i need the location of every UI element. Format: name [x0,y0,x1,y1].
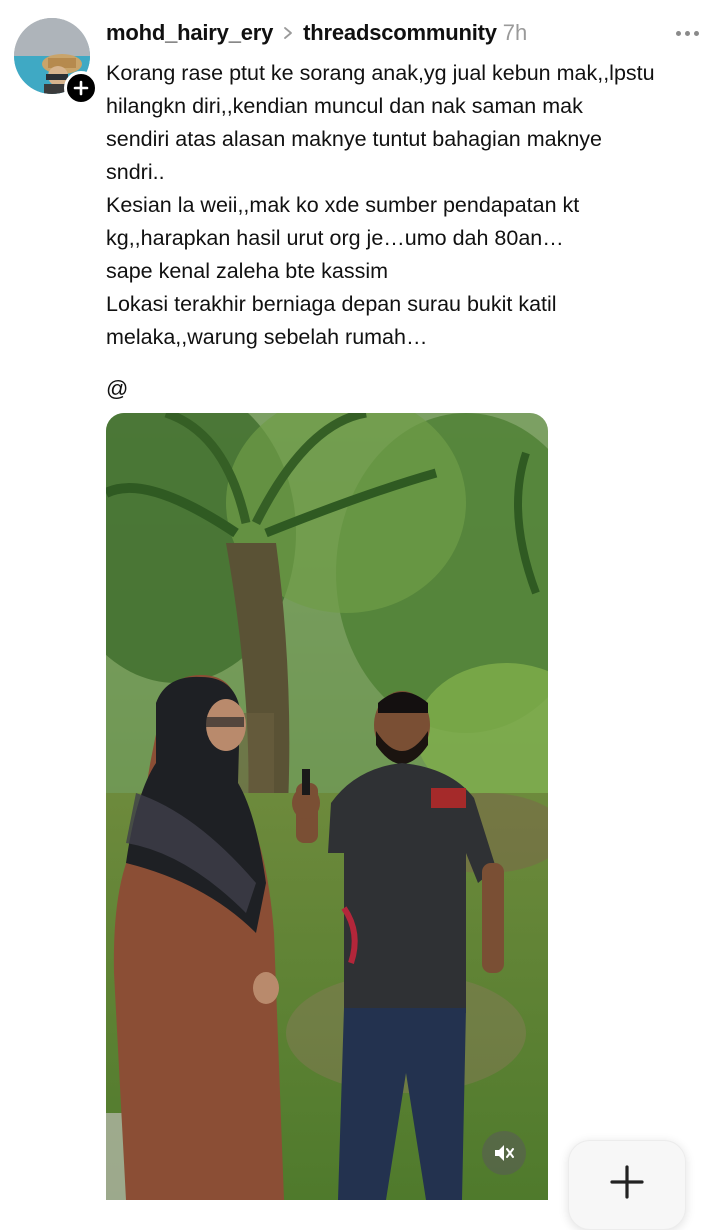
more-horizontal-icon[interactable] [676,21,699,45]
author-avatar-group[interactable] [14,18,98,105]
username[interactable]: mohd_hairy_ery [106,20,273,46]
post-video[interactable] [106,413,548,1200]
follow-button[interactable] [64,71,98,105]
post-header: mohd_hairy_ery threadscommunity 7h [106,17,699,49]
post-time: 7h [502,20,528,45]
plus-icon [610,1165,644,1199]
community-name[interactable]: threadscommunity [303,20,497,46]
mute-button[interactable] [482,1131,526,1175]
speaker-muted-icon [495,1145,514,1161]
plus-icon [73,80,89,96]
compose-button[interactable] [568,1140,686,1230]
mention-text[interactable]: @ [106,372,128,405]
post-text: Korang rase ptut ke sorang anak,yg jual … [106,61,655,349]
chevron-right-icon [283,26,293,40]
